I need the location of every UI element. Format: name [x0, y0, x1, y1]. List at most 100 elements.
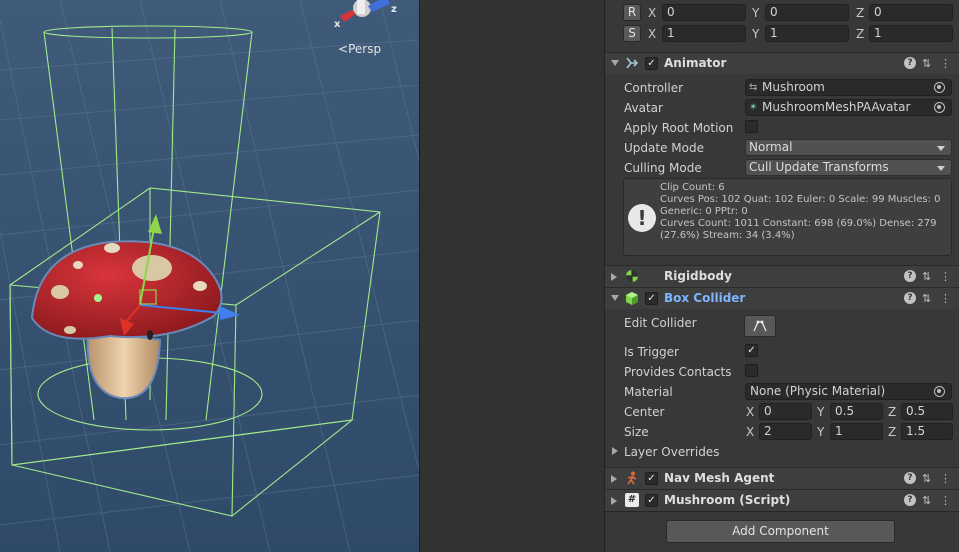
layer-overrides-label[interactable]: Layer Overrides: [624, 445, 719, 459]
size-y-field[interactable]: 1: [830, 423, 883, 440]
apply-root-motion-checkbox[interactable]: [745, 120, 758, 133]
animator-foldout-arrow[interactable]: [611, 60, 619, 66]
nav-mesh-agent-icon: [627, 471, 637, 485]
inspector-panel: R X 0 Y 0 Z 0 S X 1 Y 1 Z 1 ✓ Animator ?…: [604, 0, 959, 552]
size-x-field[interactable]: 2: [759, 423, 812, 440]
update-mode-dropdown[interactable]: Normal: [745, 139, 952, 156]
rotation-z-field[interactable]: 0: [869, 4, 953, 21]
material-label: Material: [624, 385, 673, 399]
add-component-button[interactable]: Add Component: [666, 520, 895, 543]
rotation-z-label: Z: [856, 6, 865, 20]
nav-mesh-agent-foldout-arrow[interactable]: [611, 475, 617, 483]
section-divider: [605, 511, 959, 512]
is-trigger-checkbox[interactable]: ✓: [745, 344, 758, 357]
scale-z-field[interactable]: 1: [869, 25, 953, 42]
persp-icon: <: [338, 42, 349, 56]
object-picker-icon[interactable]: [934, 102, 945, 113]
avatar-asset-icon: ✶: [749, 102, 758, 113]
help-icon[interactable]: ?: [904, 57, 916, 69]
edit-collider-label: Edit Collider: [624, 316, 697, 330]
scale-x-field[interactable]: 1: [662, 25, 746, 42]
help-icon[interactable]: ?: [904, 292, 916, 304]
material-value: None (Physic Material): [750, 384, 886, 398]
more-options-icon[interactable]: ⋮: [940, 472, 951, 485]
scene-projection-toggle[interactable]: <Persp: [338, 42, 381, 56]
mushroom-script-header[interactable]: # ✓ Mushroom (Script) ? ⇅ ⋮: [605, 489, 959, 511]
culling-mode-label: Culling Mode: [624, 161, 702, 175]
object-picker-icon[interactable]: [934, 82, 945, 93]
culling-mode-dropdown[interactable]: Cull Update Transforms: [745, 159, 952, 176]
controller-label: Controller: [624, 81, 684, 95]
box-collider-foldout-arrow[interactable]: [611, 295, 619, 301]
info-line: (27.6%) Stream: 34 (3.4%): [660, 230, 795, 241]
scene-view[interactable]: x z <Persp: [0, 0, 419, 552]
nav-mesh-agent-header[interactable]: ✓ Nav Mesh Agent ? ⇅ ⋮: [605, 467, 959, 489]
nav-mesh-agent-enabled-checkbox[interactable]: ✓: [645, 472, 658, 485]
rotation-reset-button[interactable]: R: [623, 4, 641, 21]
center-z-field[interactable]: 0.5: [901, 403, 953, 420]
object-picker-icon[interactable]: [934, 386, 945, 397]
presets-icon[interactable]: ⇅: [922, 494, 931, 507]
scale-y-field[interactable]: 1: [765, 25, 849, 42]
presets-icon[interactable]: ⇅: [922, 472, 931, 485]
animator-icon: [626, 57, 639, 69]
info-icon: !: [628, 204, 656, 232]
mushroom-script-foldout-arrow[interactable]: [611, 497, 617, 505]
size-y-label: Y: [817, 425, 825, 439]
layer-overrides-foldout-arrow[interactable]: [612, 447, 618, 455]
box-collider-header[interactable]: ✓ Box Collider ? ⇅ ⋮: [605, 287, 959, 309]
rotation-y-label: Y: [752, 6, 760, 20]
mushroom-script-enabled-checkbox[interactable]: ✓: [645, 494, 658, 507]
center-y-field[interactable]: 0.5: [830, 403, 883, 420]
gizmo-z-label: z: [391, 4, 397, 15]
more-options-icon[interactable]: ⋮: [940, 57, 951, 70]
rotation-x-label: X: [648, 6, 657, 20]
help-icon[interactable]: ?: [904, 494, 916, 506]
avatar-field[interactable]: ✶ MushroomMeshPAAvatar: [745, 99, 952, 116]
more-options-icon[interactable]: ⋮: [940, 292, 951, 305]
scale-y-label: Y: [752, 27, 760, 41]
animator-enabled-checkbox[interactable]: ✓: [645, 57, 658, 70]
help-icon[interactable]: ?: [904, 472, 916, 484]
rigidbody-header[interactable]: Rigidbody ? ⇅ ⋮: [605, 265, 959, 287]
presets-icon[interactable]: ⇅: [922, 57, 931, 70]
provides-contacts-label: Provides Contacts: [624, 365, 732, 379]
box-collider-enabled-checkbox[interactable]: ✓: [645, 292, 658, 305]
rigidbody-title: Rigidbody: [664, 269, 732, 283]
is-trigger-label: Is Trigger: [624, 345, 679, 359]
script-icon: #: [625, 493, 639, 507]
scale-reset-button[interactable]: S: [623, 25, 641, 42]
box-collider-icon: [626, 292, 638, 305]
presets-icon[interactable]: ⇅: [922, 292, 931, 305]
help-icon[interactable]: ?: [904, 270, 916, 282]
center-y-label: Y: [817, 405, 825, 419]
center-x-field[interactable]: 0: [759, 403, 812, 420]
provides-contacts-checkbox[interactable]: [745, 364, 758, 377]
size-x-label: X: [746, 425, 755, 439]
size-z-label: Z: [888, 425, 897, 439]
controller-asset-icon: ⇆: [749, 82, 758, 93]
apply-root-motion-label: Apply Root Motion: [624, 121, 734, 135]
edit-collider-button[interactable]: [744, 315, 776, 337]
size-z-field[interactable]: 1.5: [901, 423, 953, 440]
scale-button-label: S: [628, 26, 636, 40]
update-mode-label: Update Mode: [624, 141, 704, 155]
center-label: Center: [624, 405, 665, 419]
controller-field[interactable]: ⇆ Mushroom: [745, 79, 952, 96]
info-line: Clip Count: 6: [660, 182, 725, 193]
more-options-icon[interactable]: ⋮: [940, 494, 951, 507]
rotation-y-field[interactable]: 0: [765, 4, 849, 21]
rotation-x-field[interactable]: 0: [662, 4, 746, 21]
info-line: Curves Pos: 102 Quat: 102 Euler: 0 Scale…: [660, 194, 941, 205]
animator-header[interactable]: ✓ Animator ? ⇅ ⋮: [605, 52, 959, 74]
controller-value: Mushroom: [762, 80, 825, 94]
scale-z-label: Z: [856, 27, 865, 41]
scale-x-label: X: [648, 27, 657, 41]
material-field[interactable]: None (Physic Material): [745, 383, 952, 400]
size-label: Size: [624, 425, 649, 439]
rotation-button-label: R: [627, 5, 637, 19]
rigidbody-foldout-arrow[interactable]: [611, 273, 617, 281]
presets-icon[interactable]: ⇅: [922, 270, 931, 283]
center-z-label: Z: [888, 405, 897, 419]
more-options-icon[interactable]: ⋮: [940, 270, 951, 283]
